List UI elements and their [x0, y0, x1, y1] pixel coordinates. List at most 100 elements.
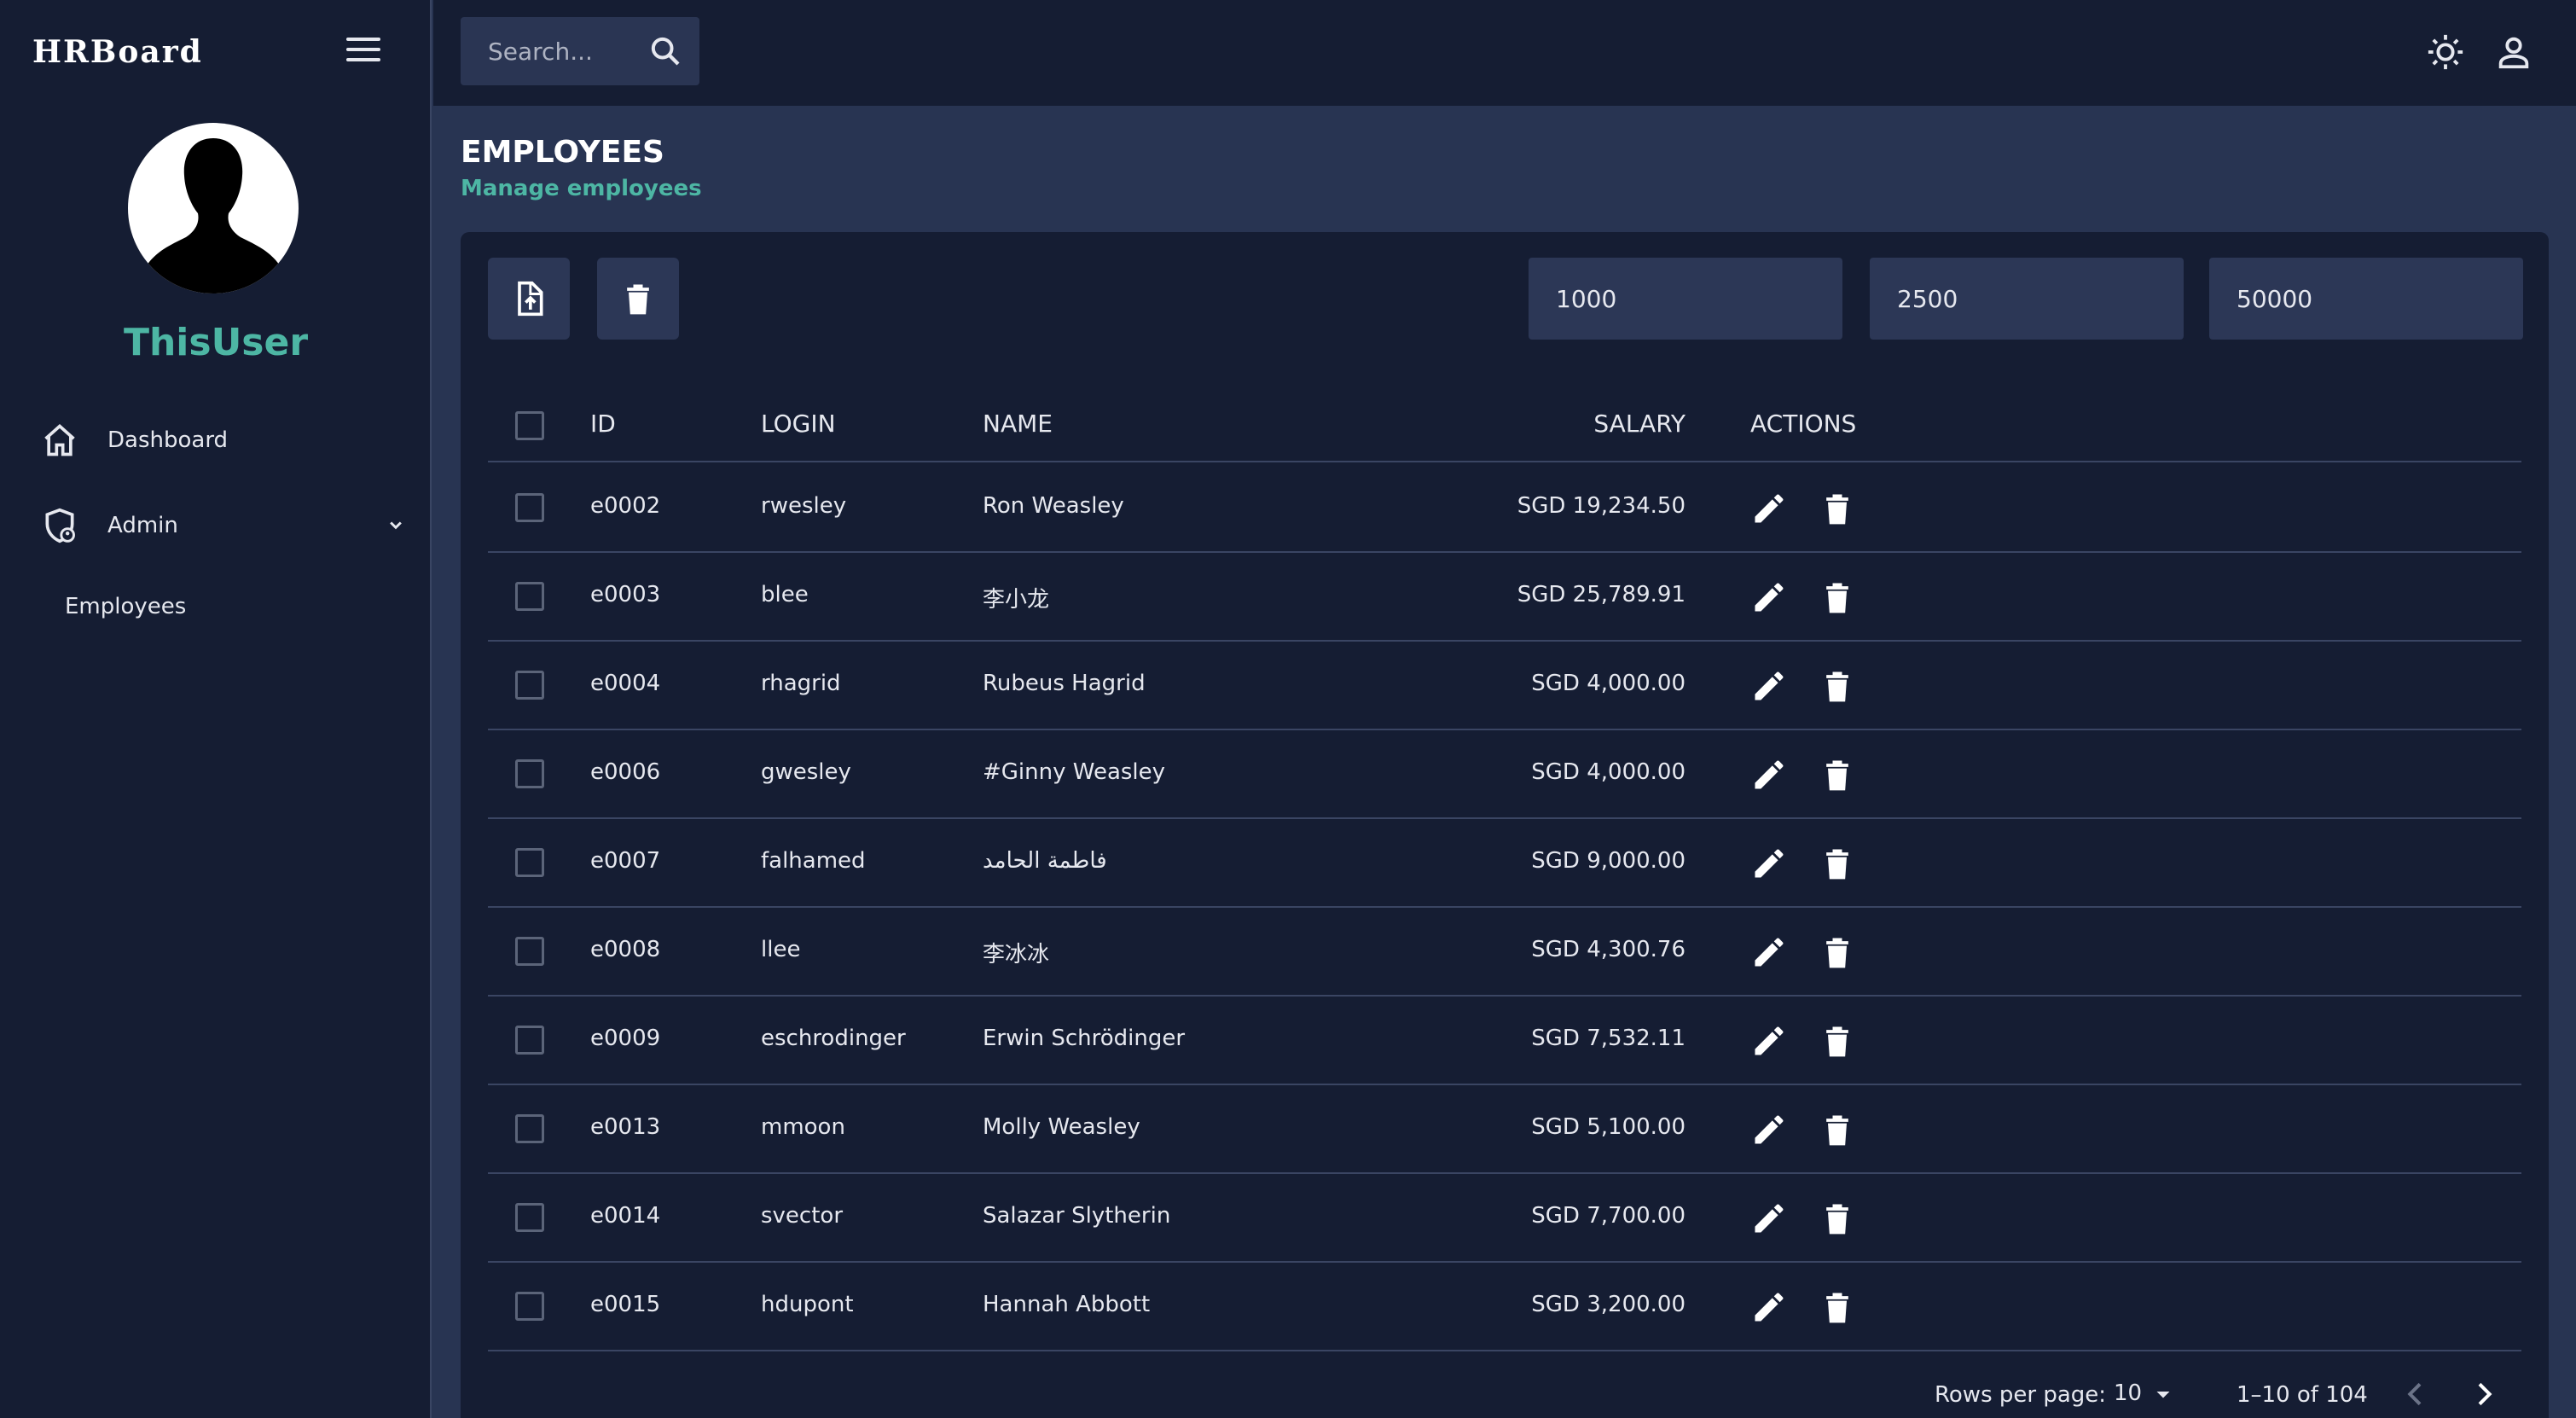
trash-icon	[627, 284, 649, 315]
delete-trash-icon[interactable]	[1819, 756, 1856, 793]
row-checkbox[interactable]	[515, 937, 544, 966]
cell-login: rwesley	[761, 493, 847, 519]
edit-pencil-icon[interactable]	[1750, 1288, 1788, 1326]
cell-id: e0008	[590, 937, 661, 962]
sidebar-item-employees[interactable]: Employees	[65, 594, 186, 619]
search-icon[interactable]	[648, 34, 682, 68]
salary-filter-mid[interactable]	[1870, 258, 2184, 340]
row-checkbox[interactable]	[515, 1292, 544, 1321]
rows-per-page-select[interactable]: 10	[2114, 1380, 2142, 1406]
row-checkbox[interactable]	[515, 848, 544, 877]
delete-trash-icon[interactable]	[1819, 1200, 1856, 1237]
cell-name: فاطمة الحامد	[983, 848, 1107, 874]
table-row: e0014 svector Salazar Slytherin SGD 7,700.0…	[488, 1174, 2521, 1263]
sidebar-item-admin[interactable]: Admin	[41, 500, 408, 551]
cell-salary: SGD 5,100.00	[1531, 1114, 1685, 1140]
column-salary[interactable]: SALARY	[1593, 410, 1685, 438]
cell-name: Salazar Slytherin	[983, 1203, 1171, 1229]
sidebar-item-dashboard[interactable]: Dashboard	[41, 415, 408, 466]
row-checkbox[interactable]	[515, 582, 544, 611]
delete-trash-icon[interactable]	[1819, 933, 1856, 971]
row-checkbox[interactable]	[515, 1026, 544, 1055]
edit-pencil-icon[interactable]	[1750, 1200, 1788, 1237]
column-name[interactable]: NAME	[983, 410, 1053, 438]
sidebar: HRBoard ThisUser Dashboard Admin Employe…	[0, 0, 432, 1418]
delete-selected-button[interactable]	[597, 258, 679, 340]
avatar	[128, 123, 299, 293]
page-title: EMPLOYEES	[461, 135, 664, 170]
table-row: e0008 llee 李冰冰 SGD 4,300.76	[488, 908, 2521, 997]
table-row: e0013 mmoon Molly Weasley SGD 5,100.00	[488, 1085, 2521, 1174]
table-row: e0006 gwesley #Ginny Weasley SGD 4,000.00	[488, 730, 2521, 819]
row-checkbox[interactable]	[515, 759, 544, 788]
file-upload-icon	[518, 281, 543, 317]
table-row: e0002 rwesley Ron Weasley SGD 19,234.50	[488, 464, 2521, 553]
search-input[interactable]	[488, 37, 659, 66]
employees-card: ID LOGIN NAME SALARY ACTIONS e0002 rwesle…	[461, 232, 2549, 1418]
row-checkbox[interactable]	[515, 671, 544, 700]
row-checkbox[interactable]	[515, 1203, 544, 1232]
cell-id: e0007	[590, 848, 661, 874]
cell-login: rhagrid	[761, 671, 841, 696]
cell-salary: SGD 7,700.00	[1531, 1203, 1685, 1229]
delete-trash-icon[interactable]	[1819, 1288, 1856, 1326]
cell-login: eschrodinger	[761, 1026, 906, 1051]
salary-filter-max[interactable]	[2209, 258, 2523, 340]
cell-name: Ron Weasley	[983, 493, 1124, 519]
chevron-left-icon[interactable]	[2399, 1377, 2433, 1411]
cell-id: e0003	[590, 582, 661, 607]
cell-salary: SGD 3,200.00	[1531, 1292, 1685, 1317]
cell-name: Rubeus Hagrid	[983, 671, 1146, 696]
cell-name: Erwin Schrödinger	[983, 1026, 1186, 1051]
user-account-icon[interactable]	[2494, 32, 2533, 72]
delete-trash-icon[interactable]	[1819, 845, 1856, 882]
table-row: e0004 rhagrid Rubeus Hagrid SGD 4,000.00	[488, 642, 2521, 730]
cell-salary: SGD 25,789.91	[1517, 582, 1685, 607]
delete-trash-icon[interactable]	[1819, 578, 1856, 616]
topbar	[433, 0, 2576, 106]
column-login[interactable]: LOGIN	[761, 410, 836, 438]
delete-trash-icon[interactable]	[1819, 667, 1856, 705]
cell-salary: SGD 19,234.50	[1517, 493, 1685, 519]
column-id[interactable]: ID	[590, 410, 616, 438]
row-checkbox[interactable]	[515, 493, 544, 522]
delete-trash-icon[interactable]	[1819, 1111, 1856, 1148]
row-checkbox[interactable]	[515, 1114, 544, 1143]
edit-pencil-icon[interactable]	[1750, 756, 1788, 793]
menu-icon[interactable]	[346, 38, 380, 65]
theme-toggle-sun-icon[interactable]	[2426, 32, 2465, 72]
edit-pencil-icon[interactable]	[1750, 578, 1788, 616]
cell-salary: SGD 9,000.00	[1531, 848, 1685, 874]
admin-shield-icon	[45, 508, 75, 543]
table-row: e0007 falhamed فاطمة الحامد SGD 9,000.00	[488, 819, 2521, 908]
upload-file-button[interactable]	[488, 258, 570, 340]
cell-login: falhamed	[761, 848, 866, 874]
cell-name: #Ginny Weasley	[983, 759, 1166, 785]
delete-trash-icon[interactable]	[1819, 490, 1856, 527]
sidebar-item-label: Admin	[107, 513, 178, 538]
table-row: e0003 blee 李小龙 SGD 25,789.91	[488, 553, 2521, 642]
edit-pencil-icon[interactable]	[1750, 1022, 1788, 1060]
edit-pencil-icon[interactable]	[1750, 933, 1788, 971]
cell-id: e0013	[590, 1114, 661, 1140]
cell-login: blee	[761, 582, 809, 607]
table-row: e0009 eschrodinger Erwin Schrödinger SGD 7,…	[488, 997, 2521, 1085]
edit-pencil-icon[interactable]	[1750, 490, 1788, 527]
brand-logo: HRBoard	[32, 34, 203, 70]
cell-login: mmoon	[761, 1114, 845, 1140]
cell-name: Molly Weasley	[983, 1114, 1140, 1140]
cell-id: e0002	[590, 493, 661, 519]
delete-trash-icon[interactable]	[1819, 1022, 1856, 1060]
cell-id: e0004	[590, 671, 661, 696]
edit-pencil-icon[interactable]	[1750, 845, 1788, 882]
chevron-right-icon[interactable]	[2467, 1377, 2501, 1411]
cell-id: e0009	[590, 1026, 661, 1051]
rows-per-page-label: Rows per page:	[1935, 1382, 2107, 1408]
caret-down-icon[interactable]	[2148, 1379, 2179, 1409]
cell-name: 李小龙	[983, 587, 1050, 613]
select-all-checkbox[interactable]	[515, 411, 544, 440]
edit-pencil-icon[interactable]	[1750, 667, 1788, 705]
cell-id: e0006	[590, 759, 661, 785]
salary-filter-min[interactable]	[1529, 258, 1842, 340]
edit-pencil-icon[interactable]	[1750, 1111, 1788, 1148]
